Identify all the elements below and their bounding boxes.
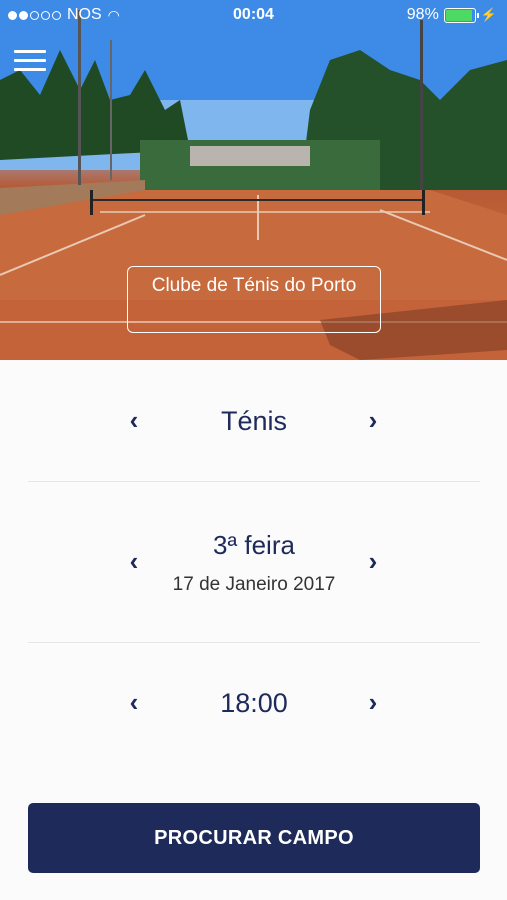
charging-icon: ⚡ <box>480 7 497 22</box>
battery-icon <box>443 7 479 23</box>
date-full: 17 de Janeiro 2017 <box>172 574 336 595</box>
hamburger-menu-icon[interactable] <box>14 50 46 72</box>
date-next-chevron-right-icon[interactable]: › <box>361 548 385 574</box>
divider <box>28 481 480 482</box>
sport-selector: ‹ Ténis › <box>28 400 480 440</box>
time-next-chevron-right-icon[interactable]: › <box>361 689 385 715</box>
club-name: Clube de Ténis do Porto <box>151 275 357 296</box>
time-value: 18:00 <box>220 688 288 718</box>
sport-value: Ténis <box>220 406 288 436</box>
sport-next-chevron-right-icon[interactable]: › <box>361 407 385 433</box>
date-selector: ‹ 3ª feira 17 de Janeiro 2017 › <box>28 528 480 608</box>
time-selector: ‹ 18:00 › <box>28 684 480 724</box>
club-name-button[interactable]: Clube de Ténis do Porto <box>127 266 381 333</box>
divider <box>28 642 480 643</box>
status-bar: NOS ◠ 00:04 98% ⚡ <box>0 0 507 30</box>
search-court-button[interactable]: PROCURAR CAMPO <box>28 803 480 873</box>
battery-percent: 98% <box>406 6 439 23</box>
date-weekday: 3ª feira <box>213 530 295 560</box>
